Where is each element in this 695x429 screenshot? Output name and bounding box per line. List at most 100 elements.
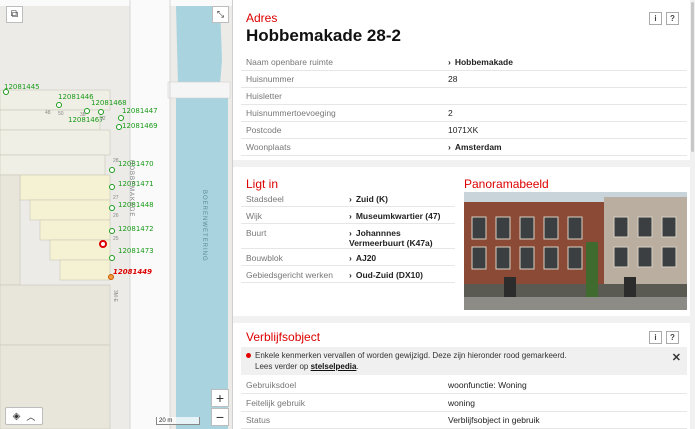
section-divider [233,160,695,167]
openbare-ruimte-link[interactable]: Hobbemakade [448,57,513,67]
house-number: 38 [80,112,86,118]
scrollbar-thumb[interactable] [691,2,694,152]
bouwblok-link[interactable]: AJ20 [349,253,455,263]
notice-suffix: . [356,362,359,371]
address-marker[interactable] [109,184,115,190]
row-key: Huisletter [246,91,282,101]
info-button[interactable]: i [649,12,662,25]
row-key: Bouwblok [246,253,283,263]
row-key: Naam openbare ruimte [246,57,333,67]
row-key: Gebruiksdoel [246,380,297,390]
marker-label: 12081448 [118,201,154,209]
marker-label-expiring: 12081449 [113,268,152,276]
fullscreen-button[interactable]: ⤡ [212,6,229,23]
fullscreen-icon: ⤡ [216,9,225,19]
house-number: 26 [113,213,119,219]
scale-bar: 20 m [156,417,200,425]
marker-label: 12081469 [122,122,158,130]
address-marker[interactable] [109,205,115,211]
house-number: 27 [113,195,119,201]
marker-label: 12081470 [118,160,154,168]
row-key: Woonplaats [246,142,291,152]
map-toggle-icon: ⧉ [10,9,19,20]
detail-row: Huisnummertoevoeging 2 [241,105,687,122]
stadsdeel-link[interactable]: Zuid (K) [349,194,455,204]
layers-icon: ◈ [12,410,21,422]
help-button[interactable]: ? [666,331,679,344]
row-key: Status [246,415,271,425]
water-label: BOERENWETERING [201,190,207,262]
ligt-in-row: Bouwblok AJ20 [241,249,455,266]
zoom-out-button[interactable]: − [211,408,229,426]
address-marker[interactable] [109,255,115,261]
marker-label: 12081445 [4,83,40,91]
marker-label: 12081473 [118,247,154,255]
marker-label: 12081447 [122,107,158,115]
warning-notice: Enkele kenmerken vervallen of worden gew… [241,347,687,375]
map-view[interactable]: ⧉ ⤡ 12081445 12081446 12081468 12081447 … [0,0,233,429]
notice-prefix: Lees verder op [255,362,311,371]
row-value: woonfunctie: Woning [448,380,527,390]
ligt-in-row: Gebiedsgericht werken Oud-Zuid (DX10) [241,266,455,283]
page-title: Hobbemakade 28-2 [246,26,401,45]
ligt-in-row: Wijk Museumkwartier (47) [241,207,455,224]
marker-label: 12081446 [58,93,94,101]
detail-panel[interactable]: Adres Hobbemakade 28-2 i ? Naam openbare… [233,0,695,429]
section-label: Adres [246,11,278,25]
row-key: Huisnummertoevoeging [246,108,336,118]
house-number: 28 [113,158,119,164]
layers-toggle-button[interactable]: ◈ ︿ [5,407,43,425]
detail-row: Naam openbare ruimte Hobbemakade [241,54,687,71]
row-value: 1071XK [448,125,479,135]
notice-text: Enkele kenmerken vervallen of worden gew… [255,351,567,360]
house-number: 25 [113,236,119,242]
close-notice-button[interactable]: ✕ [672,351,681,364]
zoom-in-button[interactable]: + [211,389,229,407]
section-divider [233,316,695,323]
row-key: Postcode [246,125,282,135]
buurt-link[interactable]: Johannnes Vermeerbuurt (K47a) [349,228,455,248]
detail-row: Postcode 1071XK [241,122,687,139]
house-number: 48 [45,110,51,116]
marker-label: 12081472 [118,225,154,233]
row-value: Verblijfsobject in gebruik [448,415,540,425]
panel-scrollbar[interactable] [690,0,695,429]
help-button[interactable]: ? [666,12,679,25]
marker-label: 12081468 [91,99,127,107]
stelselpedia-link[interactable]: stelselpedia [311,362,357,371]
row-value: 28 [448,74,458,84]
ligt-in-row: Stadsdeel Zuid (K) [241,190,455,207]
ligt-in-row: Buurt Johannnes Vermeerbuurt (K47a) [241,224,455,249]
row-key: Gebiedsgericht werken [246,270,333,280]
warning-dot-icon [246,353,251,358]
row-key: Wijk [246,211,263,221]
row-key: Buurt [246,228,267,238]
address-marker[interactable] [109,167,115,173]
map-toggle-button[interactable]: ⧉ [6,6,23,23]
woonplaats-link[interactable]: Amsterdam [448,142,502,152]
selected-address-marker[interactable] [99,240,107,248]
section-label: Panoramabeeld [464,177,549,191]
address-marker[interactable] [118,115,124,121]
house-number: 3M-E [112,290,118,302]
address-marker[interactable] [56,102,62,108]
section-label: Ligt in [246,177,279,191]
detail-row: Status Verblijfsobject in gebruik [241,412,687,429]
street-label: HOBBEMAKADE [128,160,134,218]
address-marker[interactable] [109,228,115,234]
gebiedsgericht-link[interactable]: Oud-Zuid (DX10) [349,270,455,280]
section-label: Verblijfsobject [246,330,321,344]
detail-row: Woonplaats Amsterdam [241,139,687,156]
marker-label: 12081471 [118,180,154,188]
address-marker[interactable] [98,109,104,115]
row-value: 2 [448,108,453,118]
info-button[interactable]: i [649,331,662,344]
panorama-thumbnail[interactable] [464,192,687,310]
adres-header: Adres Hobbemakade 28-2 [246,11,401,46]
row-key: Feitelijk gebruik [246,398,306,408]
row-value: woning [448,398,475,408]
wijk-link[interactable]: Museumkwartier (47) [349,211,455,221]
row-key: Huisnummer [246,74,295,84]
chevron-up-icon: ︿ [26,411,36,422]
detail-row: Feitelijk gebruik woning [241,395,687,412]
